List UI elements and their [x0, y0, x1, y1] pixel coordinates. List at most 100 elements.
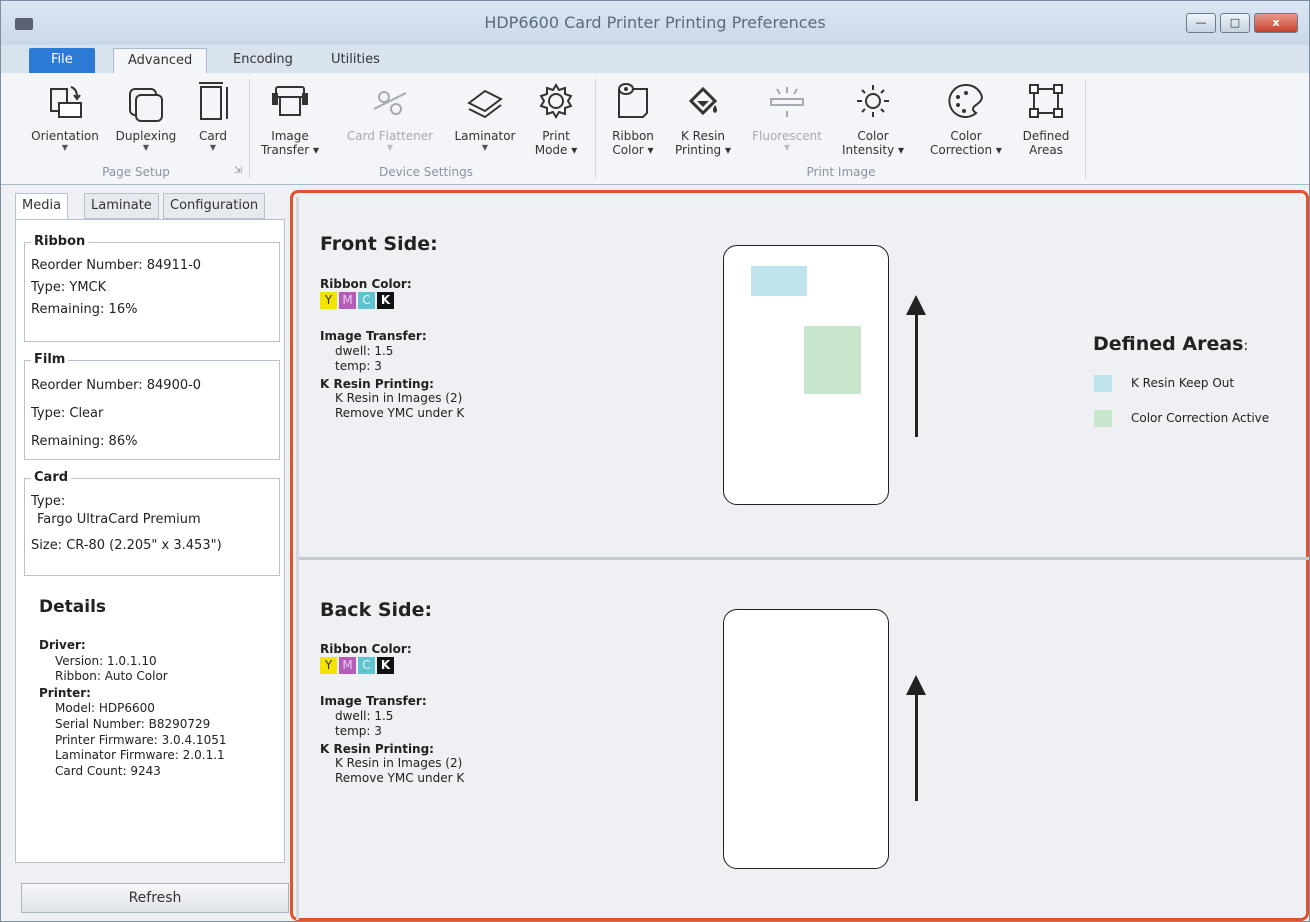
sun-icon [857, 85, 889, 117]
laminator-label: Laminator [454, 129, 516, 143]
tab-encoding[interactable]: Encoding [219, 48, 307, 73]
back-k-resin-label: K Resin Printing: [320, 742, 434, 756]
ribbon: Orientation ▼ Duplexing ▼ Card ▼ Page Se… [1, 73, 1309, 185]
page-setup-group-label: Page Setup [102, 165, 170, 179]
card-flattener-button[interactable]: Card Flattener ▼ [341, 79, 439, 153]
refresh-button[interactable]: Refresh [21, 883, 289, 913]
front-k-resin-label: K Resin Printing: [320, 377, 434, 391]
back-temp: temp: 3 [335, 724, 382, 738]
ribbon-legend: Ribbon [31, 231, 89, 253]
color-correction-button[interactable]: Color Correction ▾ [923, 79, 1009, 157]
tab-configuration[interactable]: Configuration [163, 193, 266, 219]
details-title: Details [39, 597, 107, 617]
ribbon-reorder-number: Reorder Number: 84911-0 [31, 258, 202, 273]
defined-areas-button[interactable]: Defined Areas [1017, 79, 1075, 157]
card-button[interactable]: Card ▼ [189, 79, 237, 153]
image-transfer-label-line1: Image [271, 129, 309, 143]
front-remove-ymc: Remove YMC under K [335, 406, 465, 420]
front-side-title: Front Side: [320, 233, 438, 255]
title-bar: HDP6600 Card Printer Printing Preference… [1, 1, 1309, 45]
ribbon-color-button[interactable]: Ribbon Color ▾ [603, 79, 663, 157]
laminator-button[interactable]: Laminator ▼ [451, 79, 519, 153]
orientation-icon [50, 86, 82, 118]
front-card-preview [723, 245, 889, 505]
image-transfer-button[interactable]: Image Transfer ▾ [259, 79, 321, 157]
k-resin-printing-button[interactable]: K Resin Printing ▾ [671, 79, 735, 157]
back-image-transfer-label: Image Transfer: [320, 694, 427, 708]
k-resin-keep-out-swatch [1094, 375, 1112, 392]
color-correction-legend: Color Correction Active [1131, 411, 1270, 425]
back-side-title: Back Side: [320, 599, 433, 621]
gear-icon [539, 83, 573, 119]
print-mode-button[interactable]: Print Mode ▾ [527, 79, 585, 157]
defined-areas-title: Defined Areas: [1093, 333, 1248, 355]
group-divider [595, 79, 596, 179]
back-feed-arrow-icon [906, 675, 926, 801]
card-size: Size: CR-80 (2.205" x 3.453") [31, 538, 222, 553]
color-intensity-label-line2: Intensity ▾ [841, 143, 905, 157]
left-panel: Media Laminate Configuration Ribbon Reor… [15, 193, 287, 915]
defined-areas-icon [1029, 84, 1063, 118]
tab-laminate[interactable]: Laminate [84, 193, 159, 219]
film-remaining: Remaining: 86% [31, 434, 138, 449]
print-mode-label-line1: Print [542, 129, 570, 143]
k-resin-label-line1: K Resin [680, 129, 726, 143]
print-mode-label-line2: Mode ▾ [534, 143, 578, 157]
window-title: HDP6600 Card Printer Printing Preference… [484, 13, 826, 32]
preferences-window: HDP6600 Card Printer Printing Preference… [0, 0, 1310, 922]
laminator-icon [467, 89, 503, 119]
front-temp: temp: 3 [335, 359, 382, 373]
print-image-group-label: Print Image [806, 165, 876, 179]
ribbon-swatch-y: Y [320, 292, 337, 309]
card-groupbox: Card Type: Fargo UltraCard Premium Size:… [24, 467, 280, 576]
sides-divider [299, 557, 1309, 560]
image-transfer-label-line2: Transfer ▾ [260, 143, 320, 157]
dialog-launcher-icon[interactable]: ⇲ [231, 165, 245, 176]
device-settings-group-label: Device Settings [378, 165, 474, 179]
tab-advanced[interactable]: Advanced [113, 48, 208, 73]
front-ribbon-color-label: Ribbon Color: [320, 277, 412, 291]
duplexing-button[interactable]: Duplexing ▼ [111, 79, 181, 153]
fluorescent-label: Fluorescent [752, 129, 822, 143]
k-resin-label-line2: Printing ▾ [675, 143, 731, 157]
orientation-button[interactable]: Orientation ▼ [27, 79, 103, 153]
ribbon-swatch-m: M [339, 657, 356, 674]
tab-file[interactable]: File [29, 48, 95, 73]
color-intensity-button[interactable]: Color Intensity ▾ [835, 79, 911, 157]
color-correction-area [804, 326, 861, 394]
fluorescent-button[interactable]: Fluorescent ▼ [745, 79, 829, 153]
chevron-down-icon: ▼ [783, 143, 791, 152]
k-resin-keep-out-legend: K Resin Keep Out [1131, 376, 1235, 390]
duplexing-icon [129, 88, 163, 122]
card-type-value: Fargo UltraCard Premium [37, 512, 201, 527]
printer-model: Model: HDP6600 [55, 701, 155, 715]
group-divider [249, 79, 250, 179]
duplexing-label: Duplexing [115, 129, 177, 143]
front-k-resin-images: K Resin in Images (2) [335, 391, 463, 405]
back-ribbon-swatches: Y M C K [320, 657, 396, 674]
tab-media[interactable]: Media [15, 193, 69, 220]
ribbon-remaining: Remaining: 16% [31, 302, 138, 317]
printer-firmware: Printer Firmware: 3.0.4.1051 [55, 733, 227, 747]
defined-areas-title-colon: : [1243, 338, 1249, 354]
palette-icon [948, 83, 984, 118]
fluorescent-icon [770, 87, 804, 117]
k-resin-keep-out-area [751, 266, 807, 296]
film-reorder-number: Reorder Number: 84900-0 [31, 378, 202, 393]
defined-areas-label-line2: Areas [1029, 143, 1063, 157]
film-legend: Film [31, 349, 69, 371]
laminator-firmware: Laminator Firmware: 2.0.1.1 [55, 748, 225, 762]
front-ribbon-swatches: Y M C K [320, 292, 396, 309]
card-size-icon [199, 82, 228, 120]
group-divider [1085, 79, 1086, 179]
close-button[interactable]: x [1254, 13, 1298, 33]
color-intensity-label-line1: Color [857, 129, 889, 143]
minimize-button[interactable]: — [1186, 13, 1216, 33]
ribbon-swatch-c: C [358, 292, 375, 309]
defined-areas-title-text: Defined Areas [1093, 333, 1244, 355]
maximize-button[interactable]: □ [1220, 13, 1250, 33]
ribbon-color-label-line1: Ribbon [612, 129, 654, 143]
front-dwell: dwell: 1.5 [335, 344, 394, 358]
tab-utilities[interactable]: Utilities [317, 48, 394, 73]
card-count: Card Count: 9243 [55, 764, 161, 778]
